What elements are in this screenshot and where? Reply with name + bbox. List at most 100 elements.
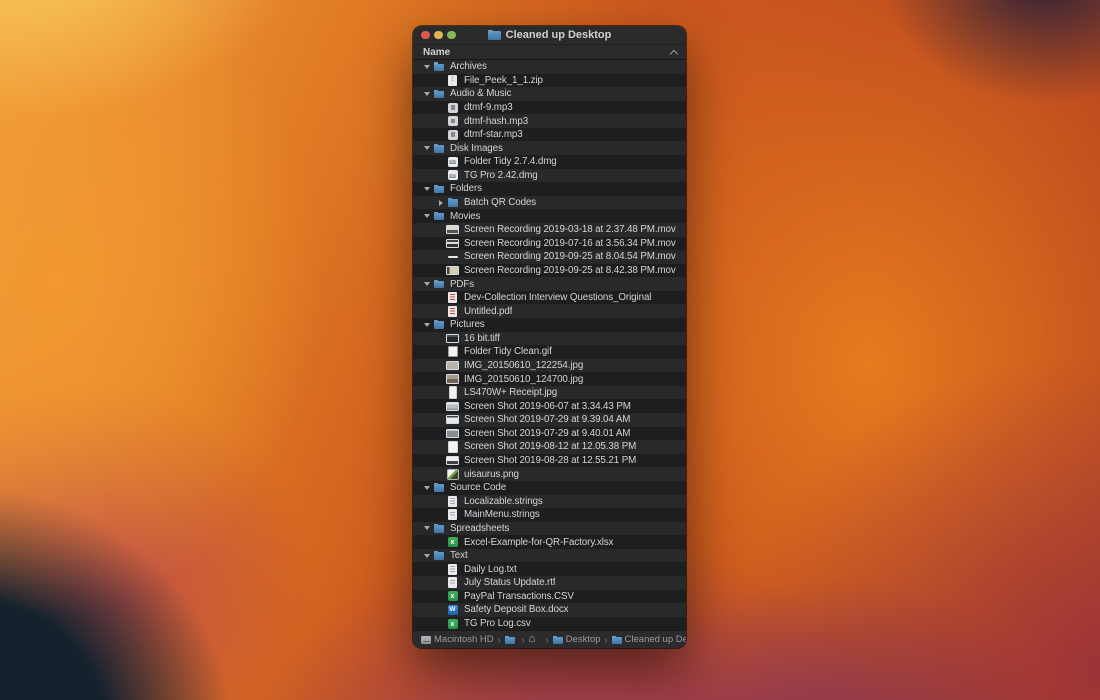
file-row-folder[interactable]: Disk Images: [413, 141, 686, 155]
folder-icon: [447, 196, 459, 210]
disk-icon: [421, 635, 431, 645]
file-row[interactable]: dtmf-9.mp3: [413, 101, 686, 115]
pathbar-item[interactable]: Macintosh HD: [421, 634, 494, 645]
file-row[interactable]: Screen Recording 2019-09-25 at 8.04.54 P…: [413, 250, 686, 264]
file-row[interactable]: July Status Update.rtf: [413, 576, 686, 590]
file-row[interactable]: Screen Shot 2019-08-12 at 12.05.38 PM: [413, 440, 686, 454]
file-row[interactable]: Safety Deposit Box.docx: [413, 603, 686, 617]
file-row-folder[interactable]: Pictures: [413, 318, 686, 332]
file-row[interactable]: IMG_20150610_124700.jpg: [413, 372, 686, 386]
window-title: Cleaned up Desktop: [506, 29, 612, 41]
pathbar-separator-icon: ›: [498, 635, 501, 645]
file-row[interactable]: uisaurus.png: [413, 467, 686, 481]
file-type-tiff-icon: [447, 332, 459, 346]
pathbar-item[interactable]: Desktop: [553, 634, 601, 645]
disclosure-triangle-icon[interactable]: [420, 282, 433, 286]
disclosure-triangle-icon[interactable]: [420, 214, 433, 218]
pathbar-item[interactable]: Cleaned up Desktop: [612, 634, 686, 645]
window-titlebar[interactable]: Cleaned up Desktop: [413, 26, 686, 45]
close-button[interactable]: [421, 31, 430, 40]
folder-icon: [553, 635, 563, 645]
file-name: Screen Shot 2019-08-12 at 12.05.38 PM: [464, 441, 636, 452]
disclosure-triangle-icon[interactable]: [434, 200, 447, 206]
file-name: Spreadsheets: [450, 523, 509, 534]
file-row[interactable]: IMG_20150610_122254.jpg: [413, 359, 686, 373]
file-name: July Status Update.rtf: [464, 577, 555, 588]
file-row[interactable]: Screen Shot 2019-08-28 at 12.55.21 PM: [413, 454, 686, 468]
file-row[interactable]: MainMenu.strings: [413, 508, 686, 522]
disclosure-triangle-icon[interactable]: [420, 526, 433, 530]
file-type-excel-icon: [447, 535, 459, 549]
disclosure-triangle-icon[interactable]: [420, 323, 433, 327]
folder-icon: [433, 141, 445, 155]
file-row[interactable]: TG Pro 2.42.dmg: [413, 169, 686, 183]
file-name: Screen Shot 2019-07-29 at 9.40.01 AM: [464, 428, 630, 439]
file-name: uisaurus.png: [464, 469, 519, 480]
file-row[interactable]: Screen Shot 2019-06-07 at 3.34.43 PM: [413, 399, 686, 413]
folder-icon: [433, 481, 445, 495]
disclosure-triangle-icon[interactable]: [420, 92, 433, 96]
file-row[interactable]: Localizable.strings: [413, 495, 686, 509]
name-column-header[interactable]: Name: [413, 45, 686, 60]
file-row[interactable]: Untitled.pdf: [413, 304, 686, 318]
file-row[interactable]: dtmf-star.mp3: [413, 128, 686, 142]
folder-icon: [433, 318, 445, 332]
file-name: Text: [450, 550, 468, 561]
file-row[interactable]: Daily Log.txt: [413, 562, 686, 576]
file-name: Disk Images: [450, 143, 503, 154]
file-name: Screen Shot 2019-08-28 at 12.55.21 PM: [464, 455, 636, 466]
file-row-folder[interactable]: Audio & Music: [413, 87, 686, 101]
folder-icon: [433, 549, 445, 563]
pathbar-item[interactable]: [505, 635, 518, 645]
disclosure-triangle-icon[interactable]: [420, 146, 433, 150]
file-name: Screen Recording 2019-09-25 at 8.04.54 P…: [464, 251, 676, 262]
minimize-button[interactable]: [434, 31, 443, 40]
window-title-group: Cleaned up Desktop: [488, 29, 612, 41]
file-row[interactable]: Dev-Collection Interview Questions_Origi…: [413, 291, 686, 305]
zoom-button[interactable]: [447, 31, 456, 40]
file-row-folder[interactable]: Folders: [413, 182, 686, 196]
file-row[interactable]: Folder Tidy Clean.gif: [413, 345, 686, 359]
disclosure-triangle-icon[interactable]: [420, 486, 433, 490]
file-name: Archives: [450, 61, 487, 72]
column-header-label: Name: [423, 47, 450, 58]
file-name: 16 bit.tiff: [464, 333, 500, 344]
file-row[interactable]: Folder Tidy 2.7.4.dmg: [413, 155, 686, 169]
file-type-dmg-icon: [447, 155, 459, 169]
file-row-folder[interactable]: Spreadsheets: [413, 522, 686, 536]
file-row[interactable]: Screen Recording 2019-07-16 at 3.56.34 P…: [413, 237, 686, 251]
file-row-folder[interactable]: Movies: [413, 209, 686, 223]
file-name: PayPal Transactions.CSV: [464, 591, 574, 602]
disclosure-triangle-icon[interactable]: [420, 65, 433, 69]
file-name: Pictures: [450, 319, 485, 330]
file-row-folder[interactable]: PDFs: [413, 277, 686, 291]
file-row-folder[interactable]: Text: [413, 549, 686, 563]
file-row[interactable]: LS470W+ Receipt.jpg: [413, 386, 686, 400]
file-row[interactable]: 16 bit.tiff: [413, 332, 686, 346]
file-row[interactable]: Screen Recording 2019-09-25 at 8.42.38 P…: [413, 264, 686, 278]
disclosure-triangle-icon[interactable]: [420, 554, 433, 558]
file-type-audio-icon: [447, 128, 459, 142]
file-row-folder[interactable]: Source Code: [413, 481, 686, 495]
file-row[interactable]: PayPal Transactions.CSV: [413, 590, 686, 604]
file-name: Batch QR Codes: [464, 197, 536, 208]
file-row[interactable]: dtmf-hash.mp3: [413, 114, 686, 128]
file-type-pdf-icon: [447, 291, 459, 305]
file-row[interactable]: Screen Recording 2019-03-18 at 2.37.48 P…: [413, 223, 686, 237]
pathbar-item[interactable]: [529, 635, 542, 645]
file-list: ArchivesFile_Peek_1_1.zipAudio & Musicdt…: [413, 60, 686, 630]
folder-icon: [433, 277, 445, 291]
desktop-wallpaper: Cleaned up Desktop Name Archives File_Pee…: [0, 0, 1100, 700]
file-type-docx-icon: [447, 603, 459, 617]
file-row[interactable]: File_Peek_1_1.zip: [413, 74, 686, 88]
disclosure-triangle-icon[interactable]: [420, 187, 433, 191]
file-row-folder[interactable]: Archives: [413, 60, 686, 74]
file-row[interactable]: Excel-Example-for-QR-Factory.xlsx: [413, 535, 686, 549]
file-row[interactable]: TG Pro Log.csv: [413, 617, 686, 630]
pathbar-separator-icon: ›: [546, 635, 549, 645]
file-row[interactable]: Screen Shot 2019-07-29 at 9.40.01 AM: [413, 427, 686, 441]
file-row[interactable]: Screen Shot 2019-07-29 at 9.39.04 AM: [413, 413, 686, 427]
file-name: Source Code: [450, 482, 506, 493]
file-type-uisaurus-icon: [447, 467, 459, 481]
file-row-folder[interactable]: Batch QR Codes: [413, 196, 686, 210]
